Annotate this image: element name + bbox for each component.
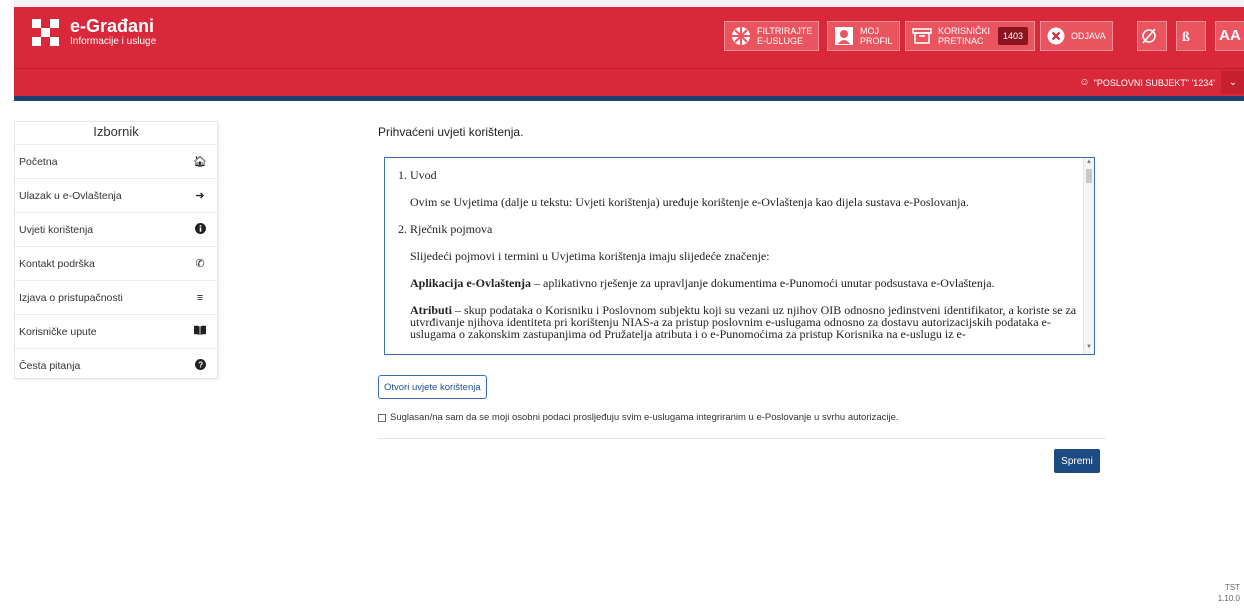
version-info: TST 1.10.0 (1218, 582, 1240, 604)
filter-eservices-button[interactable]: FILTRIRAJTE E-USLUGE (724, 21, 820, 51)
profile-icon (835, 27, 853, 45)
sidebar-item-user-guides[interactable]: Korisničke upute (15, 314, 217, 348)
sidebar-item-contact[interactable]: Kontakt podrška ✆ (15, 246, 217, 280)
subject-bar: ☺ "POSLOVNI SUBJEKT" '1234' ⌄ (14, 68, 1244, 96)
phone-icon: ✆ (195, 258, 205, 270)
sidebar-menu: Izbornik Početna 🏠︎ Ulazak u e-Ovlaštenj… (14, 121, 218, 379)
hide-icon (1142, 28, 1156, 44)
sign-in-icon: ➜ (195, 190, 205, 202)
open-terms-button[interactable]: Otvori uvjete korištenja (378, 375, 487, 399)
terms-definition-application: Aplikacija e-Ovlaštenja – aplikativno rj… (410, 277, 1078, 289)
definition-application: – aplikativno rješenje za upravljanje do… (531, 276, 995, 290)
terms-scrollbar[interactable]: ▲ ▼ (1083, 158, 1094, 354)
filter-label-1: FILTRIRAJTE (757, 26, 813, 36)
app-title: e-Građani (70, 16, 155, 36)
accessibility-icon: ≡ (196, 291, 204, 304)
scroll-thumb[interactable] (1086, 169, 1092, 183)
terms-paragraph-intro: Ovim se Uvjetima (dalje u tekstu: Uvjeti… (410, 195, 969, 209)
svg-text:?: ? (198, 360, 203, 369)
inbox-count-badge: 1403 (998, 27, 1029, 45)
home-icon: 🏠︎ (193, 156, 207, 168)
consent-label: Suglasan/na sam da se moji osobni podaci… (390, 412, 899, 423)
profile-label-1: MOJ (860, 26, 879, 36)
app-logo[interactable]: e-Građani Informacije i usluge (32, 17, 156, 48)
archive-icon (912, 28, 932, 44)
sidebar-item-label: Česta pitanja (19, 359, 81, 372)
terms-paragraph-glossary: Slijedeći pojmovi i termini u Uvjetima k… (410, 249, 770, 263)
sidebar-item-label: Kontakt podrška (19, 257, 95, 270)
close-circle-icon (1047, 27, 1065, 45)
question-icon: ? (193, 358, 207, 373)
sidebar-item-label: Izjava o pristupačnosti (19, 291, 123, 304)
page-title: Prihvaćeni uvjeti korištenja. (378, 125, 524, 139)
sidebar-item-label: Ulazak u e-Ovlaštenja (19, 189, 122, 202)
svg-text:ß: ß (1182, 30, 1190, 44)
sidebar-item-faq[interactable]: Česta pitanja ? (15, 348, 217, 382)
term-application: Aplikacija e-Ovlaštenja (410, 276, 531, 290)
my-profile-button[interactable]: MOJ PROFIL (827, 21, 900, 51)
user-icon: ☺ (1079, 77, 1090, 88)
inbox-label-2: PRETINAC (938, 36, 984, 46)
terms-definition-attributes: Atributi – skup podataka o Korisniku i P… (410, 304, 1078, 340)
book-icon (193, 325, 207, 338)
font-size-button[interactable]: AA (1215, 21, 1244, 51)
terms-content: 1. Uvod Ovim se Uvjetima (dalje u tekstu… (398, 168, 1078, 354)
consent-checkbox-row[interactable]: Suglasan/na sam da se moji osobni podaci… (378, 412, 899, 423)
definition-attributes: – skup podataka o Korisniku i Poslovnom … (410, 303, 1077, 341)
sidebar-item-accessibility[interactable]: Izjava o pristupačnosti ≡ (15, 280, 217, 314)
top-header: e-Građani Informacije i usluge FILTRIRAJ… (14, 0, 1244, 68)
font-size-label: AA (1219, 27, 1241, 44)
app-subtitle: Informacije i usluge (70, 36, 157, 47)
chevron-down-icon: ⌄ (1228, 77, 1238, 88)
logo-mark-icon (32, 18, 60, 47)
sidebar-item-terms[interactable]: Uvjeti korištenja (15, 212, 217, 246)
sidebar-item-label: Korisničke upute (19, 325, 97, 338)
sidebar-title: Izbornik (93, 124, 139, 139)
terms-text-box[interactable]: 1. Uvod Ovim se Uvjetima (dalje u tekstu… (384, 157, 1095, 355)
business-subject[interactable]: ☺ "POSLOVNI SUBJEKT" '1234' (1079, 69, 1215, 96)
inbox-label-1: KORISNIČKI (938, 26, 991, 36)
filter-label-2: E-USLUGE (757, 36, 804, 46)
business-subject-label: "POSLOVNI SUBJEKT" '1234' (1093, 77, 1215, 88)
terms-heading-glossary: 2. Rječnik pojmova (398, 222, 493, 236)
save-button[interactable]: Spremi (1054, 449, 1100, 473)
profile-label-2: PROFIL (860, 36, 893, 46)
logout-label: ODJAVA (1071, 31, 1106, 41)
hide-button[interactable] (1137, 21, 1167, 51)
info-icon (193, 222, 207, 237)
sign-language-icon: ß (1182, 30, 1190, 44)
consent-checkbox[interactable] (378, 413, 386, 422)
filter-icon (732, 27, 750, 45)
subject-dropdown-button[interactable]: ⌄ (1221, 71, 1244, 94)
app-frame: e-Građani Informacije i usluge FILTRIRAJ… (0, 0, 1244, 612)
form-divider (378, 438, 1106, 439)
user-inbox-button[interactable]: KORISNIČKI PRETINAC 1403 (905, 21, 1036, 51)
scroll-down-icon[interactable]: ▼ (1086, 344, 1092, 350)
version-label: 1.10.0 (1217, 594, 1240, 603)
logout-button[interactable]: ODJAVA (1040, 21, 1113, 51)
scroll-up-icon[interactable]: ▲ (1086, 159, 1092, 165)
sidebar-item-label: Početna (19, 155, 58, 168)
terms-heading-intro: 1. Uvod (398, 168, 437, 182)
environment-label: TST (1224, 583, 1240, 592)
sidebar-item-label: Uvjeti korištenja (19, 223, 94, 236)
sign-language-button[interactable]: ß (1176, 21, 1206, 51)
sidebar-item-e-authorizations[interactable]: Ulazak u e-Ovlaštenja ➜ (15, 178, 217, 212)
sidebar-item-home[interactable]: Početna 🏠︎ (15, 144, 217, 178)
header-divider (14, 96, 1244, 101)
